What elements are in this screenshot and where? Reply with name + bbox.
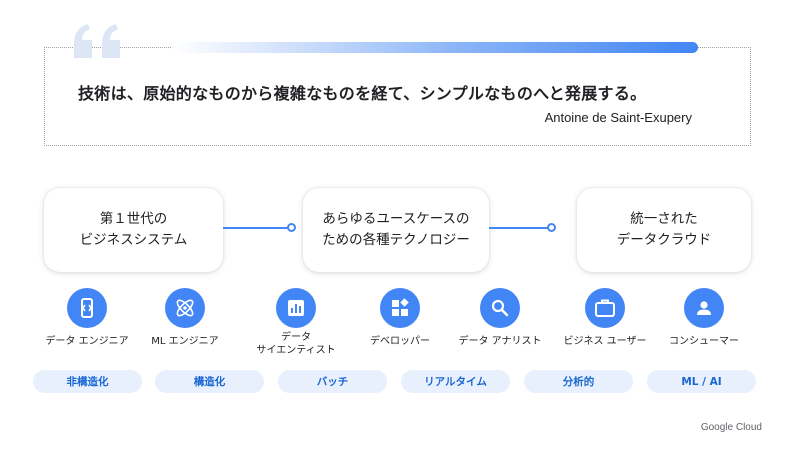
role-data-engineer: データ エンジニア [32, 288, 142, 348]
stage-label-line1: 第１世代の [99, 211, 168, 227]
tag-structured: 構造化 [155, 370, 264, 393]
tag-analytical: 分析的 [524, 370, 633, 393]
role-data-scientist: データ サイエンティスト [241, 288, 351, 357]
role-data-analyst: データ アナリスト [445, 288, 555, 348]
search-icon [480, 288, 520, 328]
stage-connector-dot [287, 223, 296, 232]
role-label: コンシューマー [669, 336, 739, 347]
tag-unstructured: 非構造化 [33, 370, 142, 393]
stage-label-line2: ための各種テクノロジー [322, 232, 470, 248]
stage-label-line1: あらゆるユースケースの [322, 211, 470, 227]
atom-icon [165, 288, 205, 328]
stage-label-line2: ビジネスシステム [79, 232, 188, 248]
role-developer: デベロッパー [345, 288, 455, 348]
stage-connector-line [223, 227, 289, 229]
person-icon [684, 288, 724, 328]
widgets-icon [380, 288, 420, 328]
role-consumer: コンシューマー [649, 288, 759, 348]
code-bracket-icon [67, 288, 107, 328]
role-label: ML エンジニア [151, 336, 219, 347]
tag-realtime: リアルタイム [401, 370, 510, 393]
stage-label-line2: データクラウド [616, 232, 712, 248]
quote-author: Antoine de Saint-Exupery [544, 110, 692, 125]
stage-connector-dot [547, 223, 556, 232]
role-label: デベロッパー [370, 336, 430, 347]
stage-connector-line [489, 227, 549, 229]
google-cloud-logo: Google Cloud [700, 422, 762, 433]
stage-use-case-technologies: あらゆるユースケースの ための各種テクノロジー [303, 188, 489, 272]
role-label-line2: サイエンティスト [256, 345, 336, 356]
role-label: データ エンジニア [45, 336, 129, 347]
tag-batch: バッチ [278, 370, 387, 393]
bar-chart-icon [276, 288, 316, 328]
stage-first-gen-business-systems: 第１世代の ビジネスシステム [44, 188, 223, 272]
role-business-user: ビジネス ユーザー [550, 288, 660, 348]
role-ml-engineer: ML エンジニア [130, 288, 240, 348]
role-label: データ [281, 332, 311, 343]
briefcase-icon [585, 288, 625, 328]
quote-text: 技術は、原始的なものから複雑なものを経て、シンプルなものへと発展する。 [78, 84, 647, 103]
quote-accent-bar [172, 42, 698, 53]
stage-label-line1: 統一された [630, 211, 698, 227]
stage-unified-data-cloud: 統一された データクラウド [577, 188, 751, 272]
role-label: ビジネス ユーザー [563, 336, 647, 347]
quote-mark-icon [74, 24, 120, 58]
tag-ml-ai: ML / AI [647, 370, 756, 393]
role-label: データ アナリスト [458, 336, 542, 347]
